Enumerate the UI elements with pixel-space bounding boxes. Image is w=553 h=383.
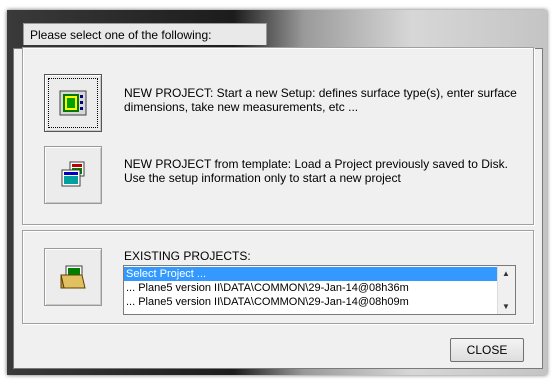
existing-projects-list[interactable]: Select Project ... ... Plane5 version II…	[123, 265, 516, 315]
existing-projects-label: EXISTING PROJECTS:	[124, 249, 251, 263]
list-item[interactable]: ... Plane5 version II\DATA\COMMON\29-Jan…	[124, 295, 499, 309]
list-item[interactable]: Select Project ...	[124, 267, 499, 281]
close-button[interactable]: CLOSE	[450, 338, 524, 362]
open-folder-icon	[60, 265, 86, 289]
list-scrollbar[interactable]: ▲ ▼	[497, 266, 515, 314]
scroll-up-icon[interactable]: ▲	[502, 269, 510, 278]
dialog-title: Please select one of the following:	[23, 23, 267, 45]
new-project-description: NEW PROJECT: Start a new Setup: defines …	[124, 86, 517, 114]
list-item[interactable]: ... Plane5 version II\DATA\COMMON\29-Jan…	[124, 281, 499, 295]
template-icon	[61, 161, 85, 187]
new-setup-icon	[59, 90, 87, 116]
open-existing-button[interactable]	[44, 248, 102, 306]
new-from-template-button[interactable]	[44, 146, 102, 204]
new-project-button[interactable]	[44, 74, 102, 132]
scroll-down-icon[interactable]: ▼	[502, 302, 510, 311]
new-from-template-description: NEW PROJECT from template: Load a Projec…	[124, 157, 508, 185]
